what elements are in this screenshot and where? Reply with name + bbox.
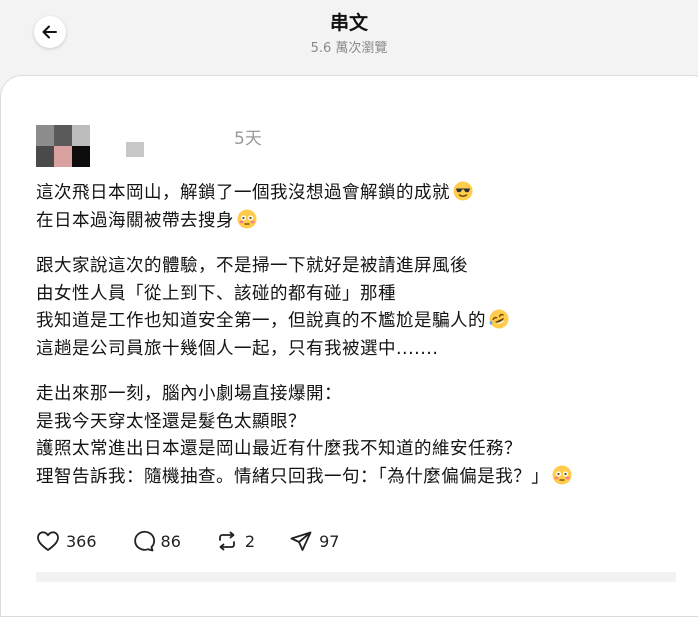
flushed-emoji-icon [552, 465, 572, 485]
post-line: 理智告訴我：隨機抽查。情緒只回我一句：「為什麼偏偏是我？」 [36, 464, 676, 492]
next-post-divider [36, 572, 676, 582]
flushed-emoji-icon [237, 209, 257, 229]
avatar[interactable] [36, 125, 90, 167]
post-paragraph: 走出來那一刻，腦內小劇場直接爆開： 是我今天穿太怪還是髮色太顯眼？ 護照太常進出… [36, 381, 676, 491]
repost-button[interactable]: 2 [215, 530, 255, 552]
post-body: 這次飛日本岡山，解鎖了一個我沒想過會解鎖的成就 在日本過海關被帶去搜身 跟大家說… [36, 180, 676, 509]
post-paragraph: 跟大家說這次的體驗，不是掃一下就好是被請進屏風後 由女性人員「從上到下、該碰的都… [36, 253, 676, 363]
username[interactable] [126, 142, 144, 157]
comment-count: 86 [160, 531, 181, 551]
heart-icon [37, 531, 59, 551]
post-line: 這趟是公司員旅十幾個人一起，只有我被選中....... [36, 338, 439, 359]
rofl-emoji-icon [489, 309, 509, 329]
send-icon [290, 531, 312, 551]
share-button[interactable]: 97 [289, 530, 339, 552]
post-line: 是我今天穿太怪還是髮色太顯眼？ [36, 411, 306, 432]
page-title: 串文 [329, 12, 368, 34]
post-actions: 366 86 2 97 [36, 526, 373, 556]
top-bar: 串文 5.6 萬次瀏覽 [0, 0, 698, 74]
comment-icon [133, 530, 155, 552]
post-paragraph: 這次飛日本岡山，解鎖了一個我沒想過會解鎖的成就 在日本過海關被帶去搜身 [36, 180, 676, 235]
post-line: 由女性人員「從上到下、該碰的都有碰」那種 [36, 283, 396, 304]
sunglasses-emoji-icon [453, 181, 473, 201]
post-line: 跟大家說這次的體驗，不是掃一下就好是被請進屏風後 [36, 256, 468, 276]
repost-icon [219, 531, 235, 551]
repost-count: 2 [244, 531, 256, 551]
like-button[interactable]: 366 [36, 530, 97, 552]
post-line: 我知道是工作也知道安全第一，但說真的不尷尬是騙人的 [36, 308, 676, 336]
share-count: 97 [319, 531, 340, 551]
post-line: 這次飛日本岡山，解鎖了一個我沒想過會解鎖的成就 [36, 180, 676, 208]
comment-button[interactable]: 86 [131, 530, 181, 552]
post-line: 在日本過海關被帶去搜身 [36, 208, 676, 236]
post-line: 走出來那一刻，腦內小劇場直接爆開： [36, 384, 342, 404]
view-count: 5.6 萬次瀏覽 [310, 41, 388, 56]
post-line: 護照太常進出日本還是岡山最近有什麼我不知道的維安任務？ [36, 439, 522, 459]
like-count: 366 [66, 531, 97, 551]
post-timestamp: 5天 [234, 129, 262, 149]
